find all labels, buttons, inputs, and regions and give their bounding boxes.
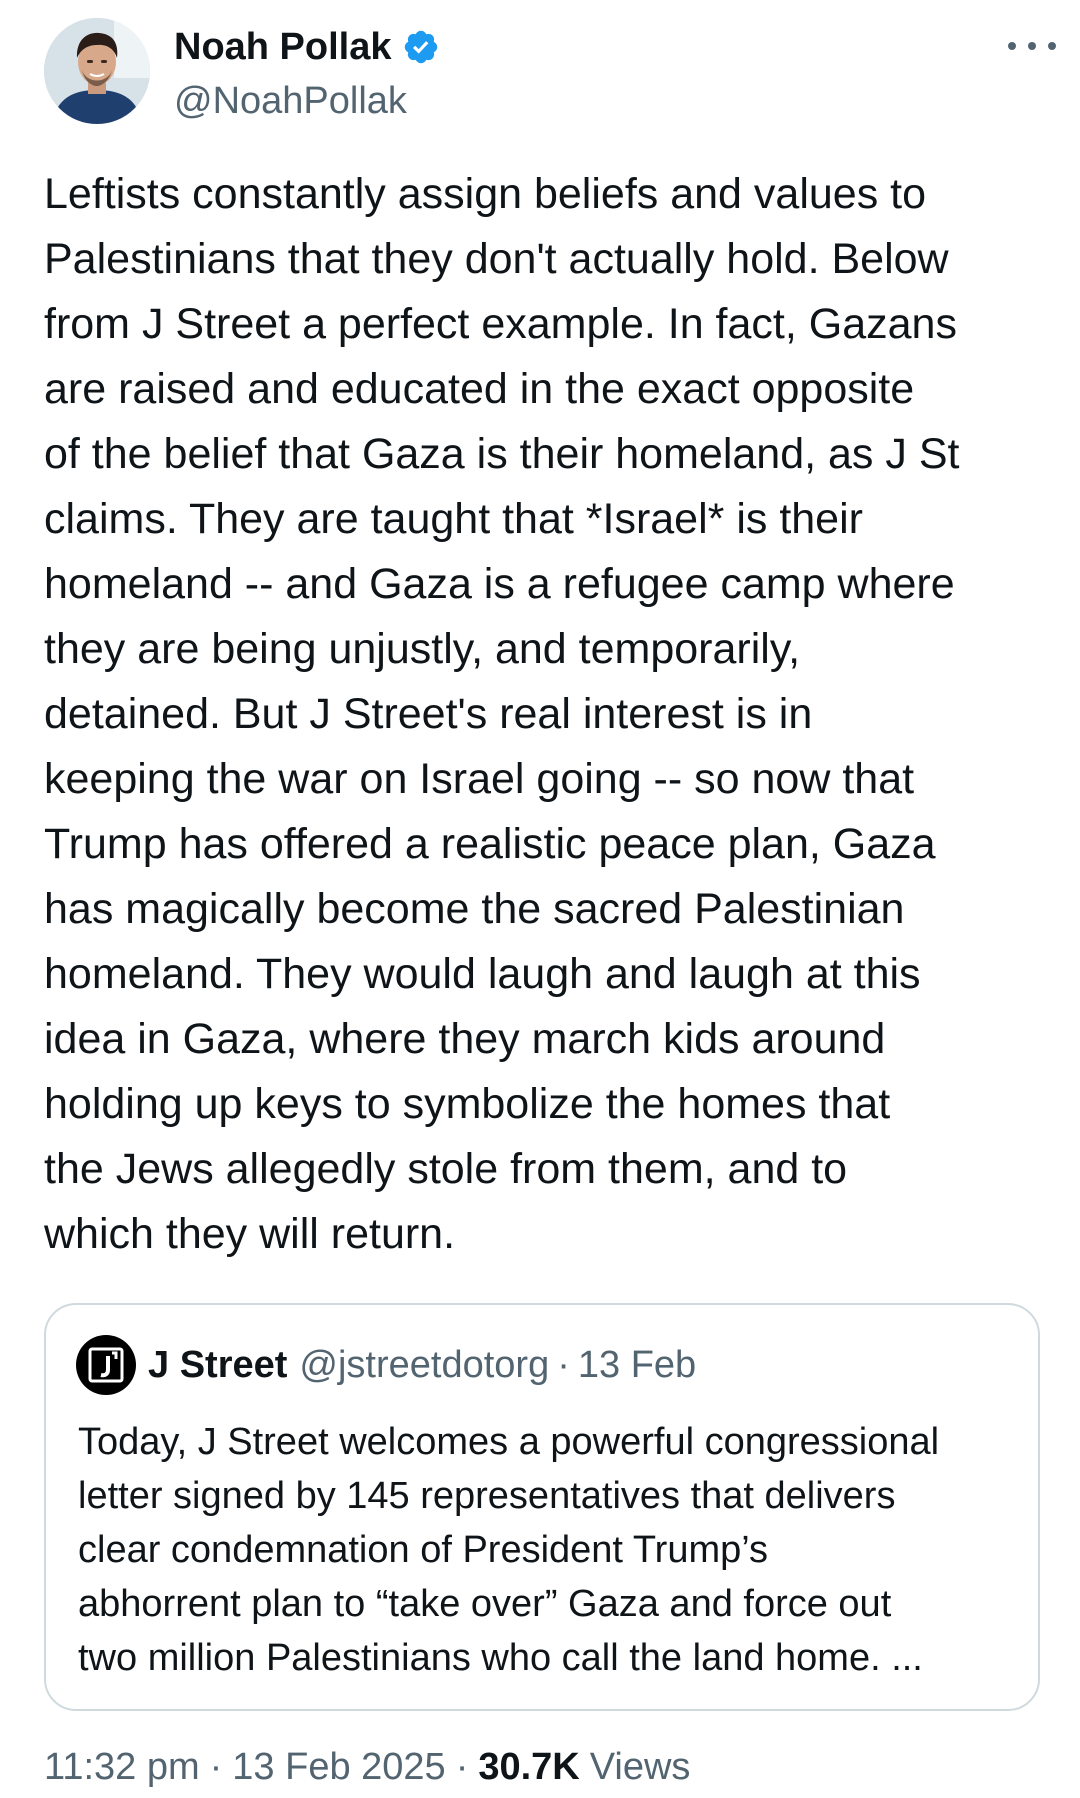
quoted-tweet[interactable]: J Street @jstreetdotorg · 13 Feb Today, …	[44, 1303, 1040, 1711]
quoted-separator: ·	[557, 1343, 570, 1386]
tweet-date[interactable]: 13 Feb 2025	[232, 1746, 445, 1789]
author-avatar[interactable]	[44, 18, 150, 124]
quoted-author-name[interactable]: J Street	[148, 1344, 287, 1387]
quoted-author-handle[interactable]: @jstreetdotorg	[299, 1344, 549, 1387]
tweet-time[interactable]: 11:32 pm	[44, 1746, 200, 1789]
tweet-text: Leftists constantly assign beliefs and v…	[44, 170, 960, 1258]
j-street-logo-icon[interactable]	[76, 1335, 136, 1395]
views-count[interactable]: 30.7K	[478, 1746, 579, 1789]
meta-separator: ·	[455, 1745, 469, 1788]
more-dot	[1008, 42, 1016, 50]
more-horizontal-icon[interactable]	[1008, 34, 1056, 58]
quoted-tweet-text: Today, J Street welcomes a powerful cong…	[78, 1421, 940, 1679]
more-dot	[1048, 42, 1056, 50]
tweet-meta: 11:32 pm · 13 Feb 2025 · 30.7K Views	[44, 1742, 690, 1792]
views-label[interactable]: Views	[590, 1746, 691, 1789]
quoted-date[interactable]: 13 Feb	[578, 1344, 696, 1387]
author-handle[interactable]: @NoahPollak	[174, 76, 440, 126]
author-info: Noah Pollak @NoahPollak	[174, 22, 440, 126]
meta-separator: ·	[209, 1745, 223, 1788]
more-dot	[1028, 42, 1036, 50]
quoted-tweet-header: J Street @jstreetdotorg · 13 Feb	[76, 1335, 696, 1395]
author-display-name[interactable]: Noah Pollak	[174, 23, 392, 71]
author-name-row: Noah Pollak	[174, 22, 440, 72]
verified-badge-icon[interactable]	[402, 28, 440, 66]
tweet-header: Noah Pollak @NoahPollak	[44, 18, 1056, 130]
